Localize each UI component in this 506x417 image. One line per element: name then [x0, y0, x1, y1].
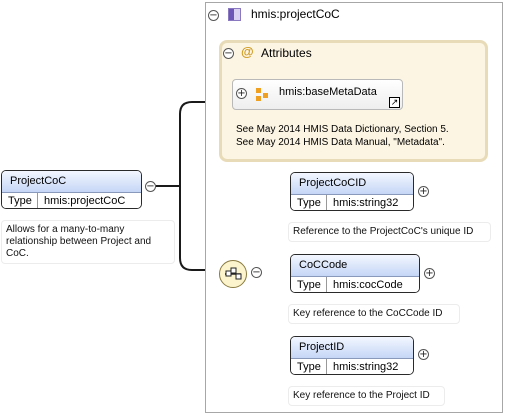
- root-element-description: Allows for a many-to-many relationship b…: [1, 220, 175, 264]
- element-projectid[interactable]: ProjectID Type hmis:string32: [290, 336, 414, 375]
- attributes-collapse-toggle[interactable]: −: [223, 48, 234, 59]
- complex-type-collapse-toggle[interactable]: −: [208, 10, 219, 21]
- element-name: ProjectCoC: [2, 171, 141, 193]
- attribute-at-icon: @: [241, 44, 254, 59]
- element-type-row: Type hmis:projectCoC: [2, 193, 141, 208]
- element-name: ProjectID: [291, 337, 413, 359]
- element-name: CoCCode: [291, 255, 419, 277]
- reference-link-icon[interactable]: ↗: [389, 97, 400, 108]
- type-label: Type: [291, 277, 327, 292]
- root-element-projectcoc[interactable]: ProjectCoC Type hmis:projectCoC: [1, 170, 142, 209]
- type-value: hmis:projectCoC: [44, 195, 126, 207]
- doc-line: See May 2014 HMIS Data Manual, "Metadata…: [236, 137, 445, 148]
- sequence-compositor[interactable]: [219, 260, 247, 288]
- element-expand-toggle[interactable]: +: [424, 268, 435, 279]
- element-name: ProjectCoCID: [291, 173, 413, 195]
- type-label: Type: [2, 193, 38, 208]
- element-type-row: Type hmis:cocCode: [291, 277, 419, 292]
- attribute-group-documentation: See May 2014 HMIS Data Dictionary, Secti…: [236, 123, 476, 149]
- attributes-title: Attributes: [261, 46, 312, 60]
- doc-line: See May 2014 HMIS Data Dictionary, Secti…: [236, 124, 449, 135]
- element-type-row: Type hmis:string32: [291, 359, 413, 374]
- element-description: Key reference to the CoCCode ID: [288, 304, 460, 324]
- complex-type-icon: [228, 8, 241, 21]
- element-type-row: Type hmis:string32: [291, 195, 413, 210]
- type-value: hmis:string32: [333, 361, 399, 373]
- sequence-icon: [225, 267, 242, 280]
- attribute-group-icon: [256, 88, 269, 101]
- element-projectcocid[interactable]: ProjectCoCID Type hmis:string32: [290, 172, 414, 211]
- type-label: Type: [291, 359, 327, 374]
- element-coccode[interactable]: CoCCode Type hmis:cocCode: [290, 254, 420, 293]
- element-expand-toggle[interactable]: +: [418, 186, 429, 197]
- element-description: Key reference to the Project ID: [288, 386, 445, 406]
- type-label: Type: [291, 195, 327, 210]
- element-description: Reference to the ProjectCoC's unique ID: [288, 222, 491, 242]
- sequence-collapse-toggle[interactable]: −: [251, 267, 262, 278]
- type-value: hmis:cocCode: [333, 279, 403, 291]
- root-element-collapse-toggle[interactable]: −: [145, 181, 156, 192]
- type-value: hmis:string32: [333, 197, 399, 209]
- complex-type-title: hmis:projectCoC: [251, 7, 340, 21]
- attribute-group-expand-toggle[interactable]: +: [236, 88, 247, 99]
- attribute-group-name: hmis:baseMetaData: [279, 86, 377, 98]
- element-expand-toggle[interactable]: +: [418, 349, 429, 360]
